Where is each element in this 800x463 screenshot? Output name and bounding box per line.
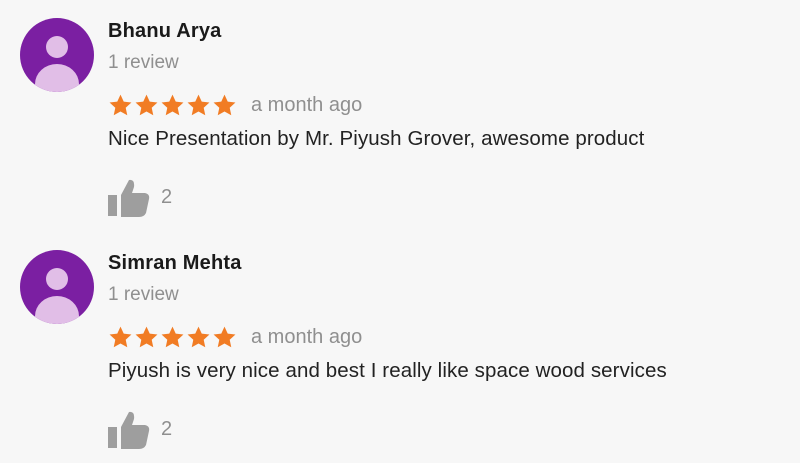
star-icon: [135, 326, 158, 347]
star-icon: [213, 94, 236, 115]
review-card: Simran Mehta 1 review a month ago Piyush…: [0, 232, 800, 463]
star-rating: [108, 93, 238, 118]
reviewer-name[interactable]: Bhanu Arya: [108, 20, 222, 43]
star-icon: [187, 94, 210, 115]
reviews-list: Bhanu Arya 1 review a month ago Nice Pre…: [0, 0, 800, 463]
avatar-body: [35, 64, 79, 92]
reviewer-avatar-icon[interactable]: [20, 18, 94, 92]
review-card: Bhanu Arya 1 review a month ago Nice Pre…: [0, 0, 800, 232]
like-button[interactable]: 2: [106, 408, 172, 450]
like-button[interactable]: 2: [106, 176, 172, 218]
star-rating: [108, 325, 238, 350]
review-text: Nice Presentation by Mr. Piyush Grover, …: [108, 127, 645, 150]
reviewer-review-count: 1 review: [108, 52, 179, 73]
rating-row: a month ago: [108, 90, 362, 120]
like-count: 2: [161, 185, 173, 208]
star-icon: [161, 326, 184, 347]
avatar-head: [46, 36, 68, 58]
star-icon: [109, 94, 132, 115]
like-count: 2: [161, 417, 173, 440]
star-icon: [161, 94, 184, 115]
star-icon: [109, 326, 132, 347]
review-date: a month ago: [251, 325, 363, 348]
star-icon: [135, 94, 158, 115]
star-icon: [213, 326, 236, 347]
reviewer-avatar-icon[interactable]: [20, 250, 94, 324]
avatar-body: [35, 296, 79, 324]
review-date: a month ago: [251, 93, 363, 116]
review-text: Piyush is very nice and best I really li…: [108, 359, 667, 382]
reviewer-review-count: 1 review: [108, 284, 179, 305]
reviewer-name[interactable]: Simran Mehta: [108, 252, 242, 275]
rating-row: a month ago: [108, 322, 362, 352]
thumbs-up-icon: [108, 179, 150, 217]
star-icon: [187, 326, 210, 347]
avatar-head: [46, 268, 68, 290]
thumbs-up-icon: [108, 411, 150, 449]
